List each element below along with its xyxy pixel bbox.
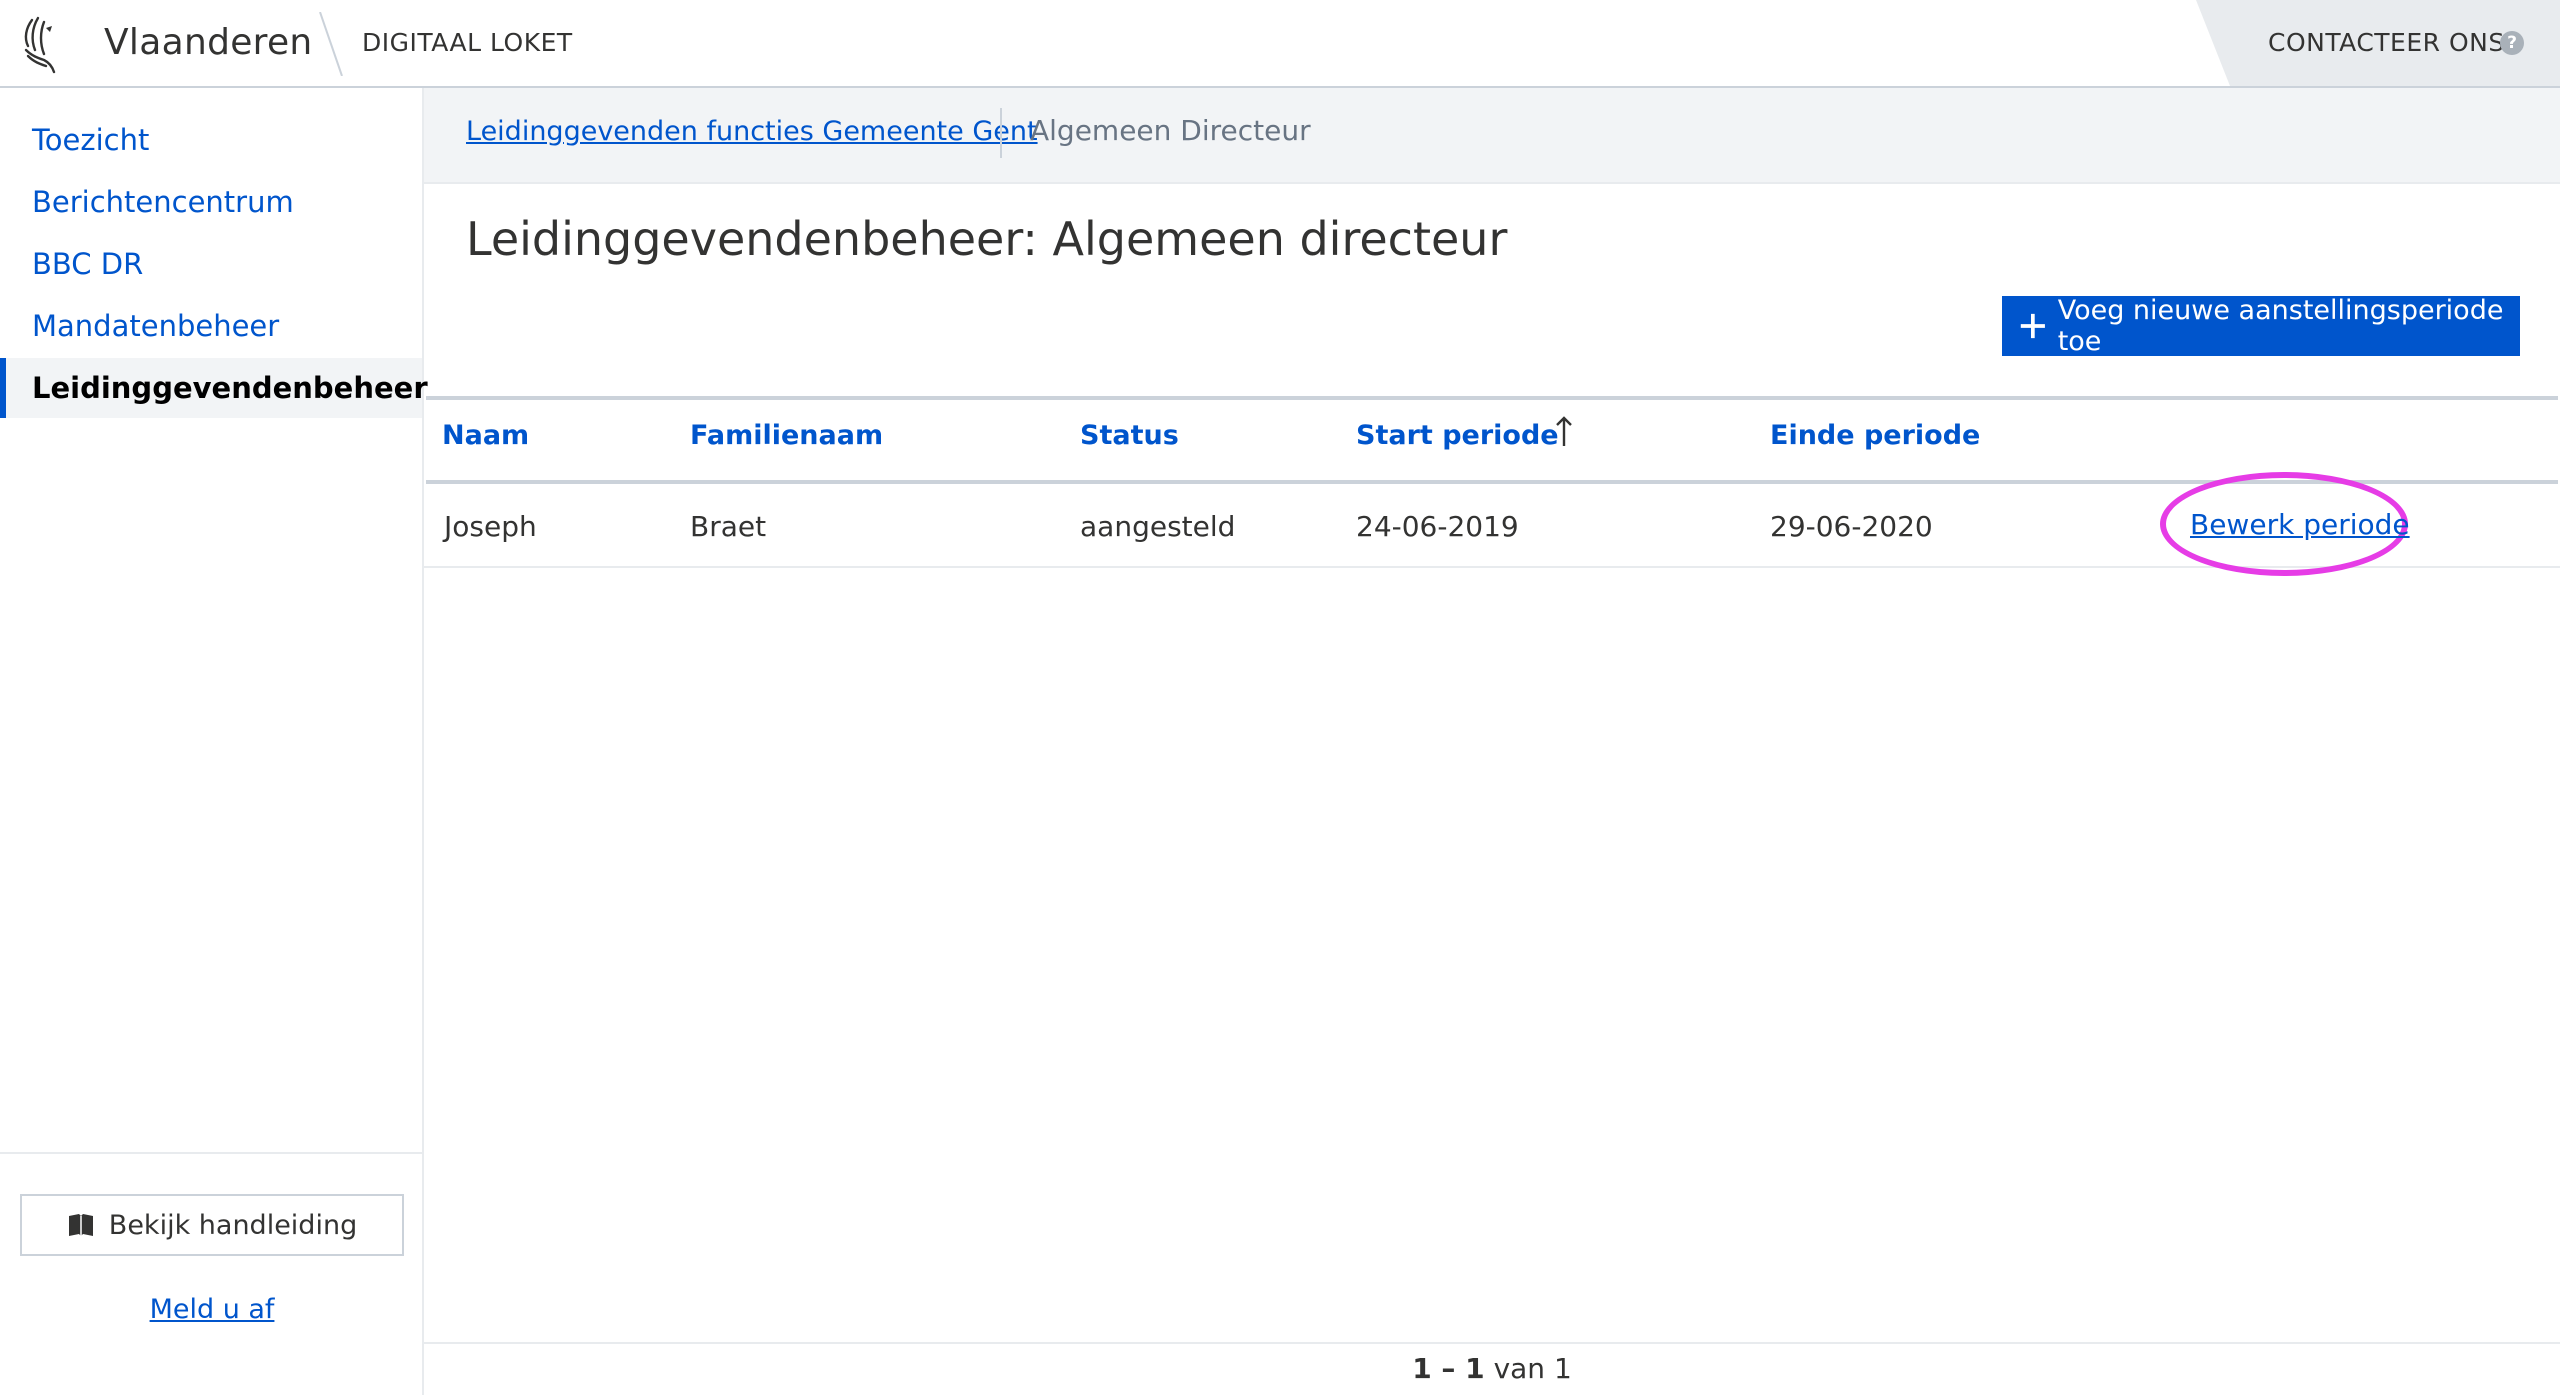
- contact-button[interactable]: CONTACTEER ONS ?: [2196, 0, 2560, 86]
- cell-einde-periode: 29-06-2020: [1770, 510, 1933, 543]
- column-header-familienaam[interactable]: Familienaam: [690, 420, 883, 451]
- brand-name[interactable]: Vlaanderen: [104, 22, 313, 63]
- add-appointment-period-label: Voeg nieuwe aanstellingsperiode toe: [2057, 295, 2504, 357]
- table-header: Naam Familienaam Status Start periode Ei…: [424, 400, 2560, 470]
- contact-label: CONTACTEER ONS: [2268, 28, 2505, 57]
- help-icon: ?: [2500, 31, 2524, 55]
- sidebar-item-bbc-dr[interactable]: BBC DR: [0, 234, 422, 294]
- sidebar-item-mandatenbeheer[interactable]: Mandatenbeheer: [0, 296, 422, 356]
- sidebar-divider: [0, 1152, 422, 1154]
- pagination-range: 1 – 1: [1412, 1352, 1485, 1385]
- edit-period-link[interactable]: Bewerk periode: [2190, 508, 2410, 541]
- cell-familienaam: Braet: [690, 510, 767, 543]
- pagination: 1 – 1 van 1: [424, 1352, 2560, 1385]
- column-header-einde-periode[interactable]: Einde periode: [1770, 420, 1980, 451]
- cell-start-periode: 24-06-2019: [1356, 510, 1519, 543]
- main-content: Leidinggevenden functies Gemeente Gent A…: [424, 88, 2560, 1395]
- sidebar-item-berichtencentrum[interactable]: Berichtencentrum: [0, 172, 422, 232]
- sidebar: Toezicht Berichtencentrum BBC DR Mandate…: [0, 88, 428, 1395]
- cell-status: aangesteld: [1080, 510, 1236, 543]
- breadcrumb-current: Algemeen Directeur: [1030, 114, 1311, 147]
- add-appointment-period-button[interactable]: Voeg nieuwe aanstellingsperiode toe: [2002, 295, 2520, 357]
- view-manual-label: Bekijk handleiding: [108, 1209, 358, 1241]
- column-header-naam[interactable]: Naam: [442, 420, 529, 451]
- pagination-divider: [424, 1342, 2560, 1344]
- sidebar-item-toezicht[interactable]: Toezicht: [0, 110, 422, 170]
- book-icon: [68, 1214, 93, 1236]
- breadcrumb-parent-link[interactable]: Leidinggevenden functies Gemeente Gent: [466, 116, 1038, 147]
- header-slash-divider: [319, 12, 343, 76]
- page-title: Leidinggevendenbeheer: Algemeen directeu…: [466, 212, 1508, 266]
- column-header-start-periode[interactable]: Start periode: [1356, 420, 1559, 451]
- table-row: Joseph Braet aangesteld 24-06-2019 29-06…: [424, 472, 2560, 576]
- view-manual-button[interactable]: Bekijk handleiding: [20, 1194, 404, 1256]
- app-name[interactable]: DIGITAAL LOKET: [362, 28, 573, 57]
- column-header-status[interactable]: Status: [1080, 420, 1179, 451]
- breadcrumb: Leidinggevenden functies Gemeente Gent A…: [424, 88, 2560, 184]
- sort-ascending-icon[interactable]: [1552, 414, 1576, 450]
- cell-naam: Joseph: [444, 510, 537, 543]
- flemish-lion-logo-icon[interactable]: [18, 16, 62, 74]
- sidebar-item-leidinggevendenbeheer[interactable]: Leidinggevendenbeheer: [0, 358, 428, 418]
- pagination-total: van 1: [1493, 1352, 1572, 1385]
- top-header: Vlaanderen DIGITAAL LOKET CONTACTEER ONS…: [0, 0, 2560, 88]
- breadcrumb-separator: [1000, 108, 1002, 158]
- logout-link[interactable]: Meld u af: [0, 1294, 424, 1325]
- plus-icon: [2020, 313, 2045, 339]
